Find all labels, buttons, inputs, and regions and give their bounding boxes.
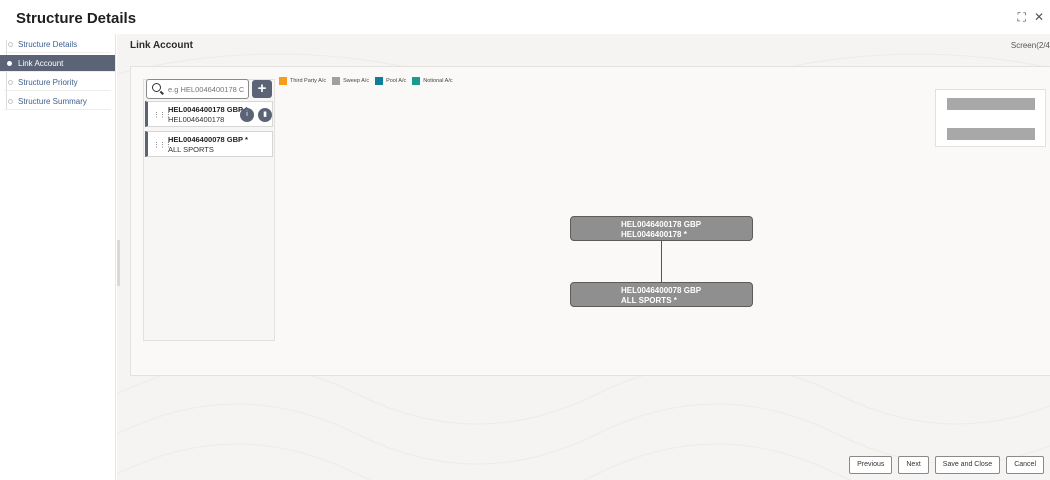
account-card-subtitle: HEL0046400178 (168, 115, 225, 124)
sidebar-item-structure-details[interactable]: Structure Details (4, 36, 111, 53)
legend-swatch (279, 77, 287, 85)
sidebar-item-structure-priority[interactable]: Structure Priority (4, 74, 111, 91)
node-subtitle: ALL SPORTS * (621, 296, 677, 305)
tree-node-parent[interactable]: HEL0046400178 GBP HEL0046400178 * (570, 216, 753, 241)
node-title: HEL0046400078 GBP (621, 286, 702, 295)
account-card[interactable]: ⋮⋮⋮ HEL0046400078 GBP * ALL SPORTS (145, 131, 273, 157)
add-account-button[interactable]: + (252, 80, 272, 98)
save-and-close-button[interactable]: Save and Close (934, 456, 1001, 474)
step-dot-icon (7, 61, 12, 66)
node-title: HEL0046400178 GBP (621, 220, 702, 229)
minimap-node (947, 98, 1035, 110)
header: Structure Details ⛶ ✕ (0, 0, 1050, 34)
maximize-icon[interactable]: ⛶ (1018, 11, 1026, 23)
legend-label: Sweep A/c (343, 78, 370, 84)
section-title: Link Account (130, 40, 193, 51)
page-title: Structure Details (16, 10, 137, 27)
structure-minimap[interactable] (935, 89, 1046, 147)
close-icon[interactable]: ✕ (1034, 11, 1044, 23)
account-type-legend: Third Party A/c Sweep A/c Pool A/c Notio… (279, 77, 453, 85)
step-dot-icon (8, 80, 13, 85)
main-panel: Link Account Screen(2/4 + ⋮⋮⋮ HEL0046400… (117, 34, 1050, 480)
delete-icon[interactable]: ▮ (258, 108, 272, 122)
sidebar-item-link-account[interactable]: Link Account (0, 55, 115, 72)
sidebar: Structure Details Link Account Structure… (0, 34, 116, 480)
legend-item: Pool A/c (375, 77, 406, 85)
footer-actions: Previous Next Save and Close Cancel (849, 456, 1044, 474)
legend-swatch (375, 77, 384, 85)
step-dot-icon (8, 99, 13, 104)
structure-canvas: + ⋮⋮⋮ HEL0046400178 GBP * HEL0046400178 … (130, 66, 1050, 376)
sidebar-item-label: Structure Summary (18, 97, 87, 106)
step-dot-icon (8, 42, 13, 47)
account-search-box[interactable] (146, 79, 249, 99)
app-window: Structure Details ⛶ ✕ Structure Details … (0, 0, 1050, 480)
panel-splitter[interactable] (117, 240, 120, 286)
legend-label: Notional A/c (423, 78, 453, 84)
account-card-title: HEL0046400078 GBP * (168, 135, 248, 144)
legend-swatch (412, 77, 421, 85)
header-actions: ⛶ ✕ (1018, 11, 1044, 23)
legend-item: Sweep A/c (332, 77, 369, 85)
sidebar-item-label: Structure Details (18, 40, 78, 49)
legend-label: Pool A/c (386, 78, 407, 84)
sidebar-item-label: Link Account (18, 59, 64, 68)
legend-item: Third Party A/c (279, 77, 326, 85)
legend-item: Notional A/c (412, 77, 453, 85)
minimap-node (947, 128, 1035, 140)
account-search-input[interactable] (168, 83, 248, 96)
tree-connector (661, 241, 662, 283)
previous-button[interactable]: Previous (849, 456, 893, 474)
search-icon (152, 83, 161, 92)
account-card-title: HEL0046400178 GBP * (168, 105, 248, 114)
screen-indicator: Screen(2/4 (1010, 41, 1050, 50)
legend-swatch (332, 77, 341, 85)
sidebar-item-label: Structure Priority (18, 78, 78, 87)
legend-label: Third Party A/c (290, 78, 327, 84)
next-button[interactable]: Next (898, 456, 929, 474)
sidebar-item-structure-summary[interactable]: Structure Summary (4, 93, 111, 110)
info-icon[interactable]: i (240, 108, 254, 122)
tree-node-child[interactable]: HEL0046400078 GBP ALL SPORTS * (570, 282, 753, 307)
node-subtitle: HEL0046400178 * (621, 230, 687, 239)
account-card-subtitle: ALL SPORTS (168, 145, 214, 154)
cancel-button[interactable]: Cancel (1006, 456, 1044, 474)
account-card[interactable]: ⋮⋮⋮ HEL0046400178 GBP * HEL0046400178 i … (145, 101, 273, 127)
